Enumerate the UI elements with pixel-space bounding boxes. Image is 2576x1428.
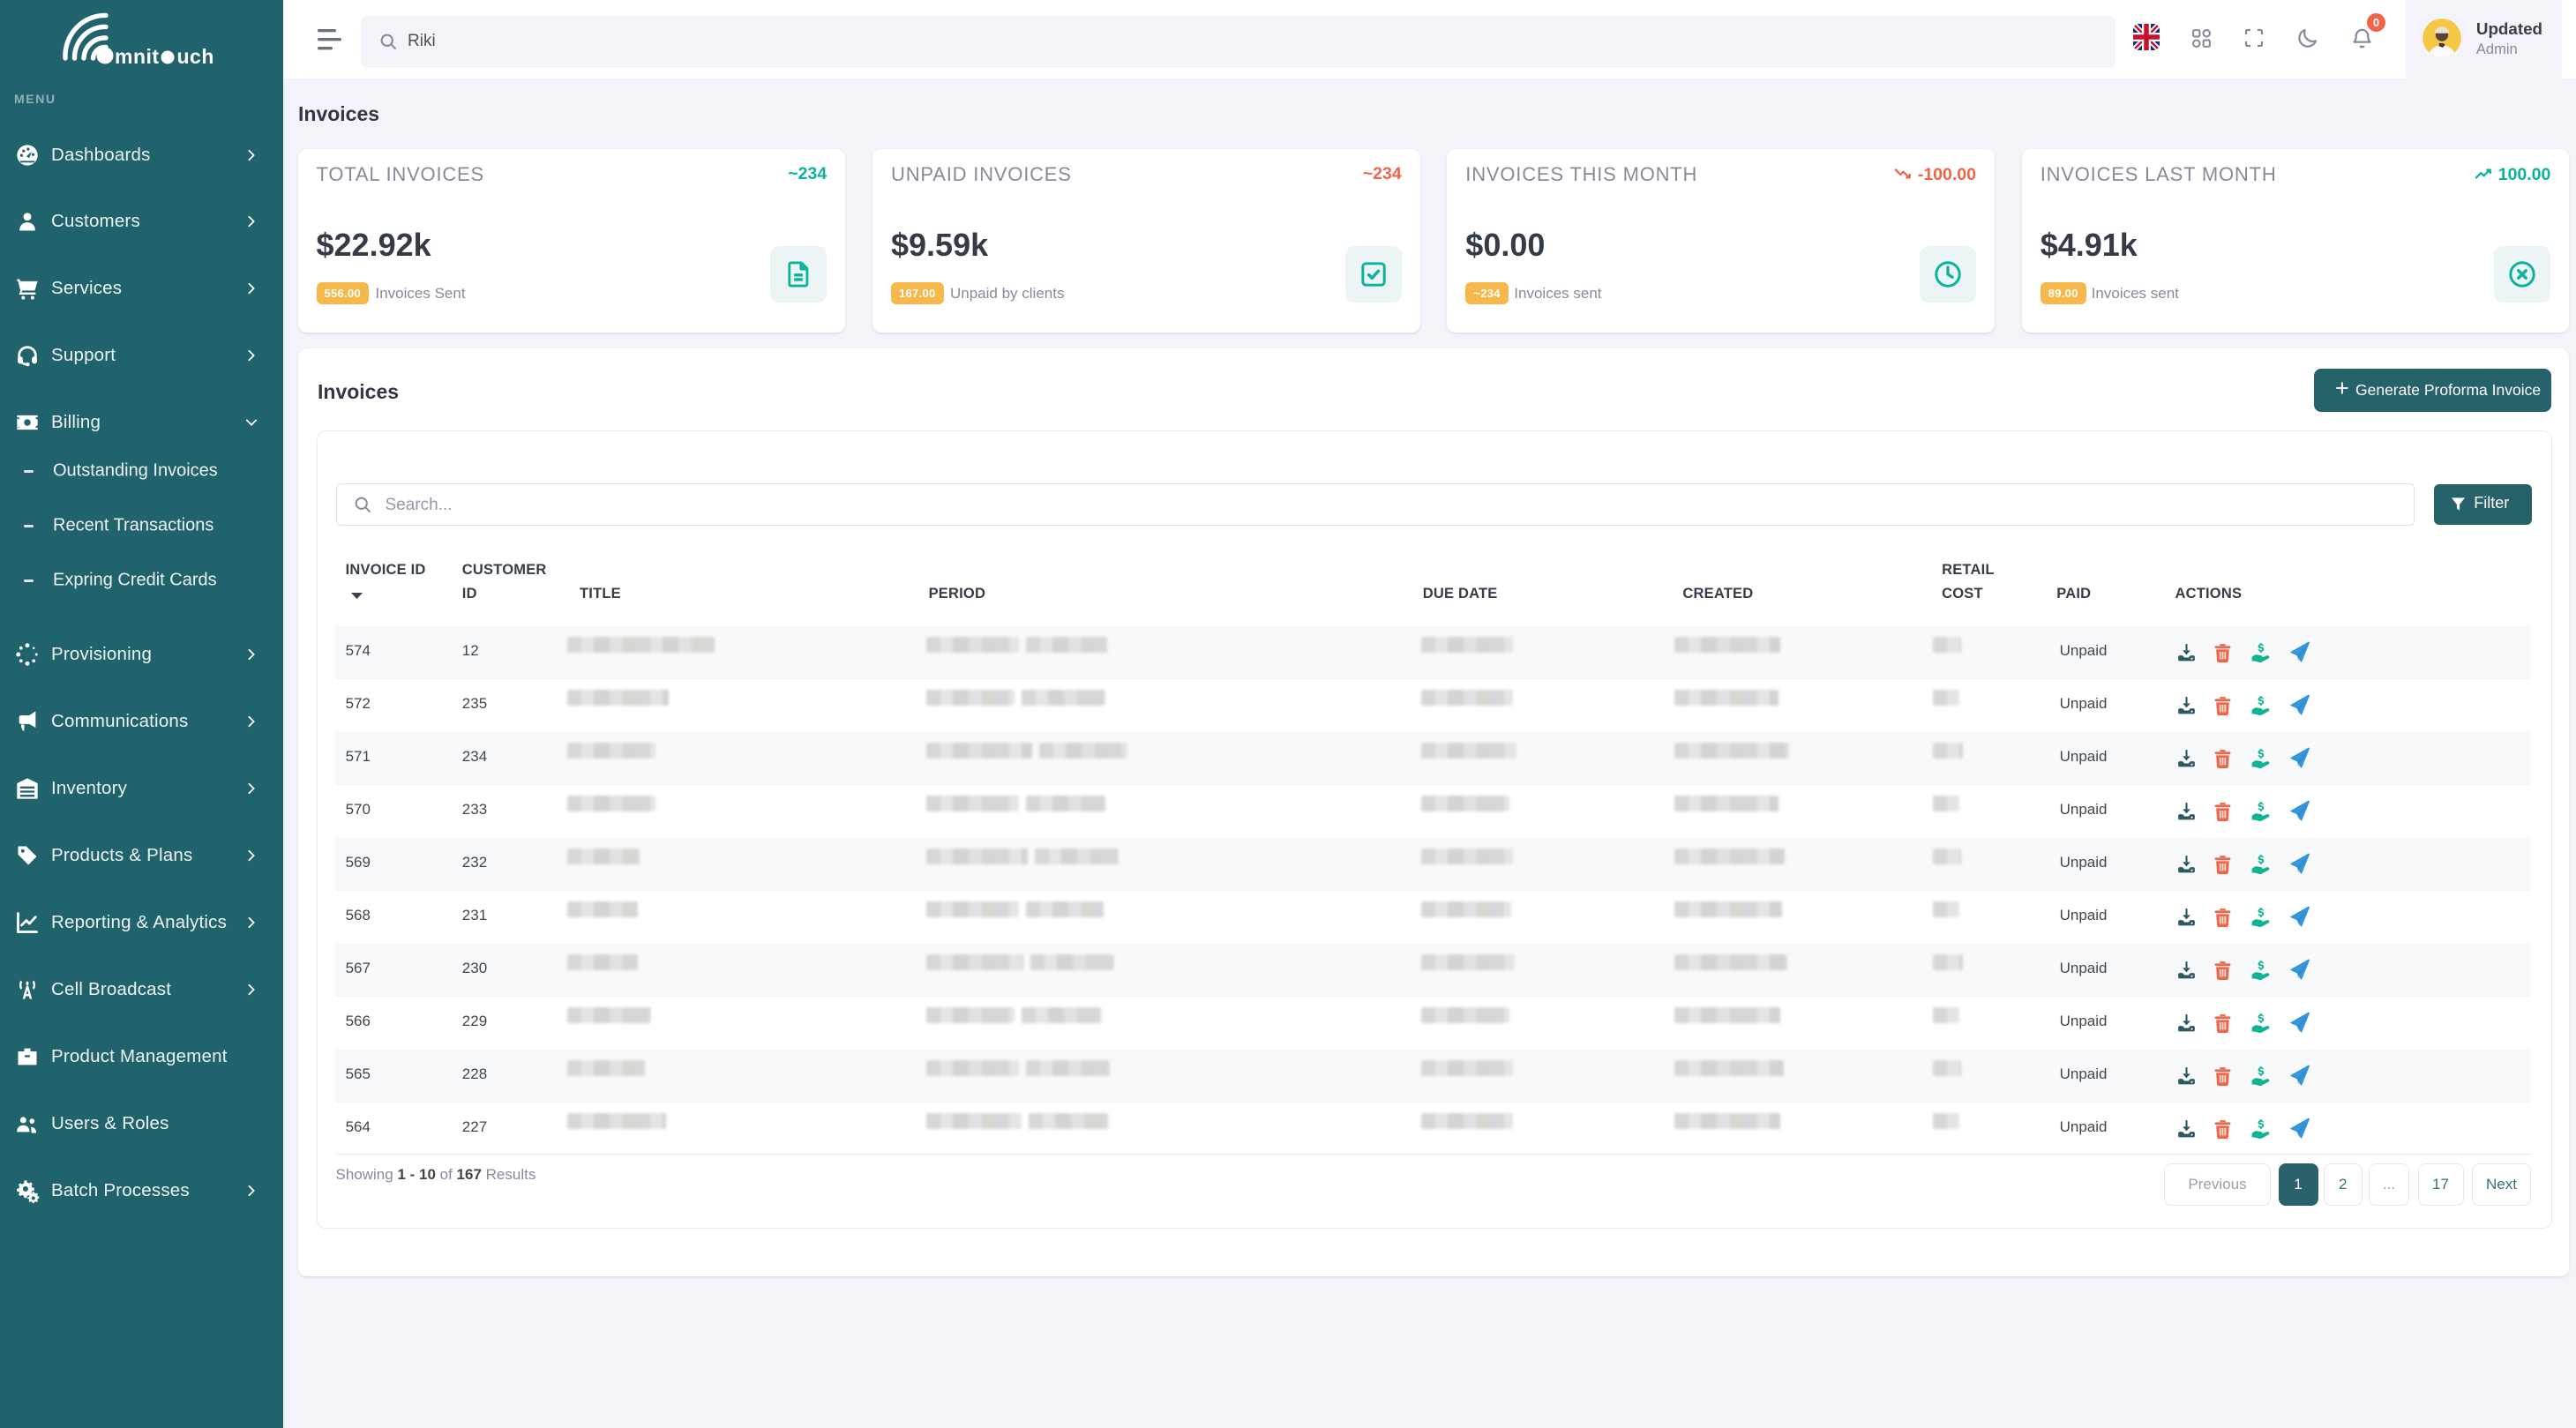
- svg-text:uch: uch: [177, 45, 214, 68]
- svg-text:mnit: mnit: [115, 45, 160, 68]
